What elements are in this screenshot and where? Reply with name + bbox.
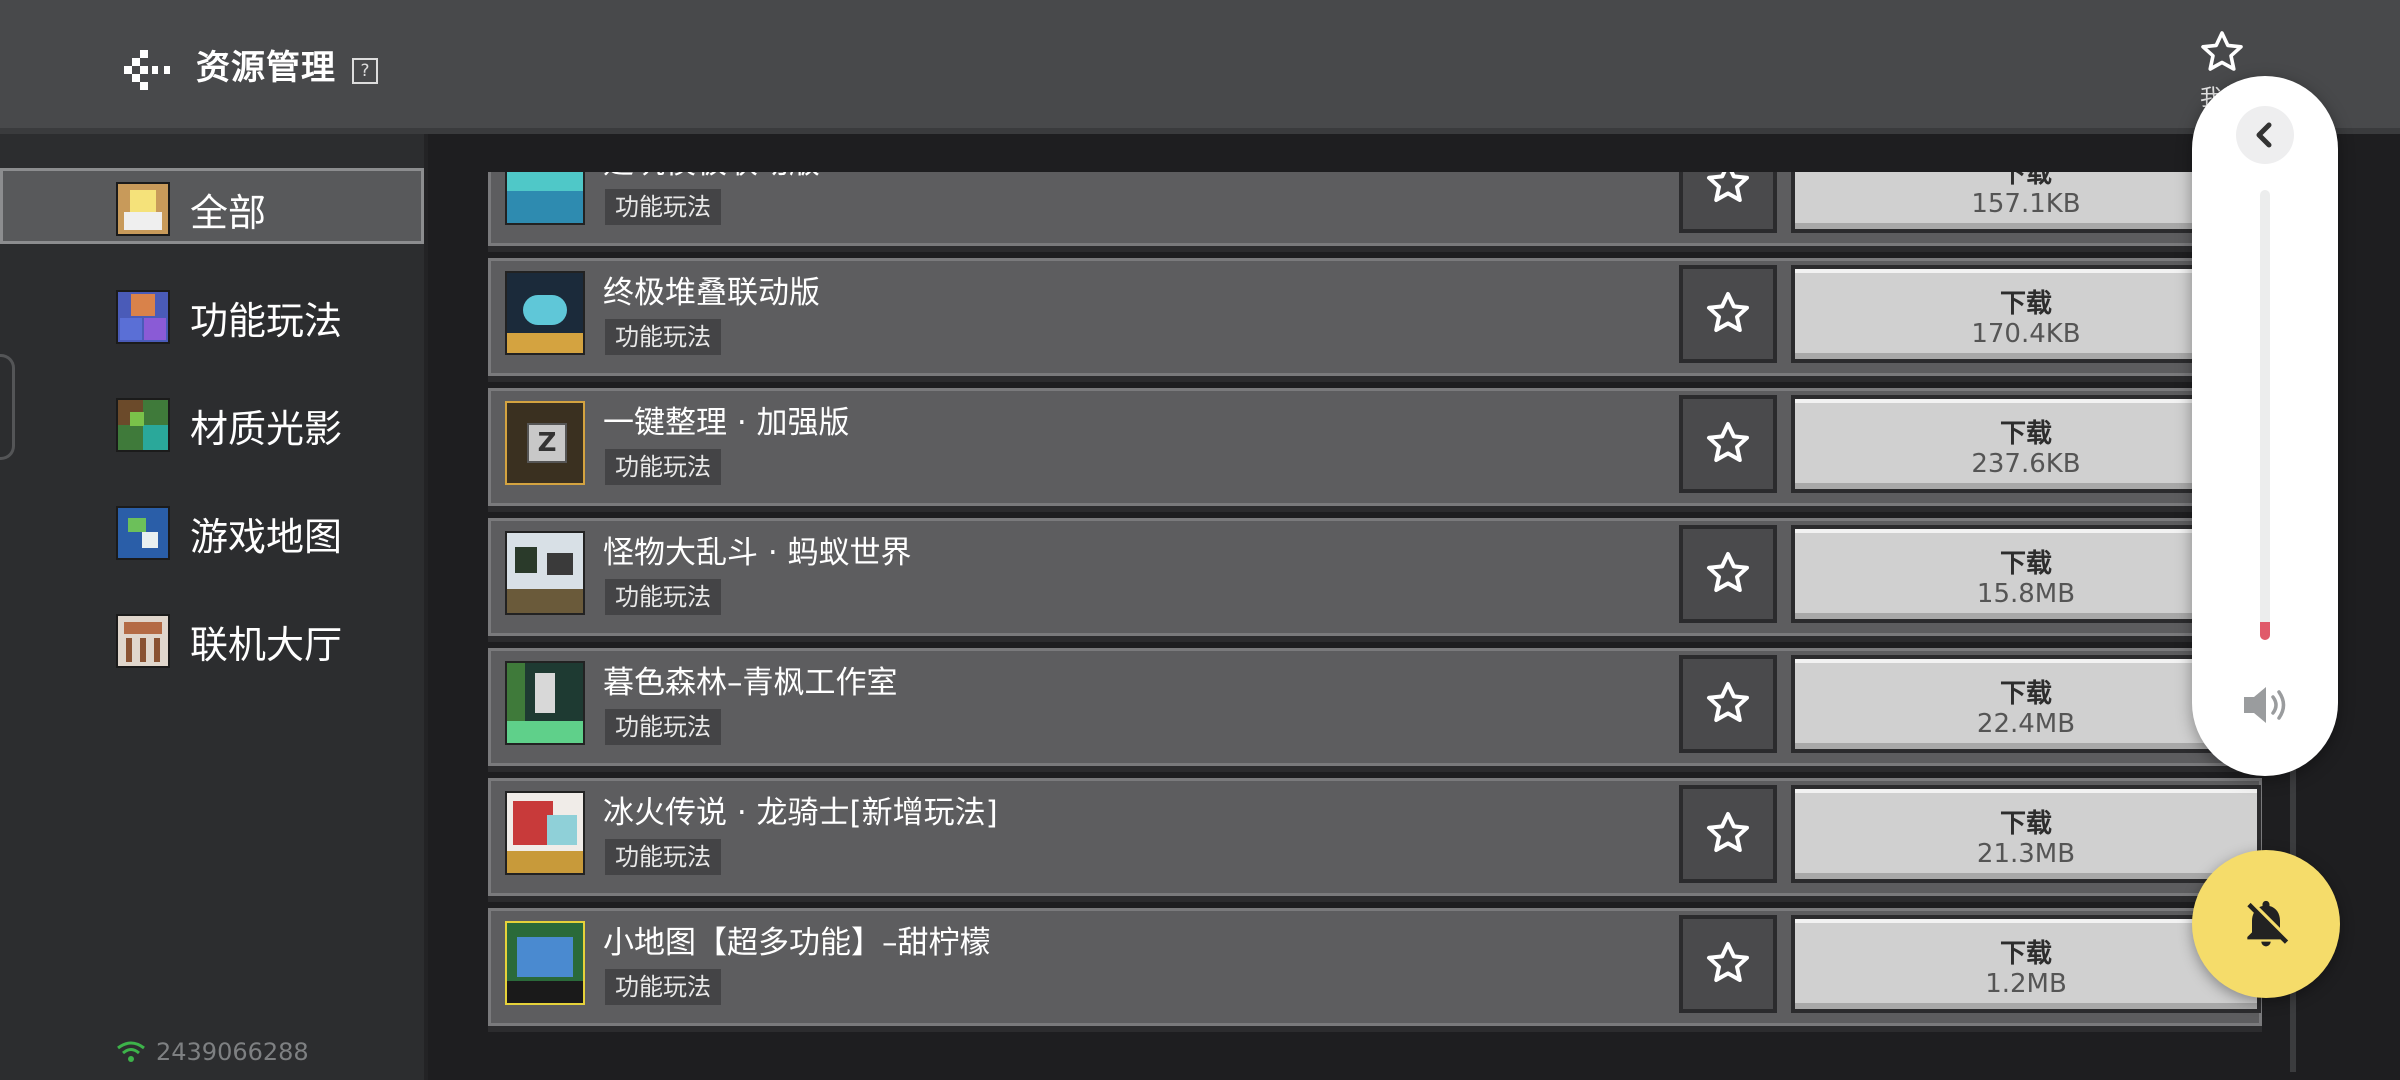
list-item[interactable]: 暮色森林–青枫工作室 功能玩法 下载 22.4MB	[488, 648, 2262, 766]
item-thumbnail	[505, 172, 585, 225]
resource-list[interactable]: 建筑模板联动版 功能玩法 下载 157.1KB 终极堆叠联动版 功能玩法 下载	[488, 172, 2268, 1080]
mute-notifications-button[interactable]	[2192, 850, 2340, 998]
star-icon	[1707, 942, 1749, 982]
favorite-button[interactable]	[1679, 915, 1777, 1013]
sidebar-item-label: 全部	[190, 191, 267, 235]
item-title: 怪物大乱斗 · 蚂蚁世界	[603, 535, 912, 571]
volume-slider[interactable]	[2260, 190, 2270, 640]
sidebar-item-label: 游戏地图	[190, 515, 343, 559]
star-icon	[1707, 172, 1749, 202]
list-item[interactable]: 怪物大乱斗 · 蚂蚁世界 功能玩法 下载 15.8MB	[488, 518, 2262, 636]
lobby-icon	[116, 614, 170, 668]
item-title: 一键整理 · 加强版	[603, 405, 850, 441]
texture-icon	[116, 398, 170, 452]
favorite-button[interactable]	[1679, 525, 1777, 623]
favorite-button[interactable]	[1679, 395, 1777, 493]
item-title: 建筑模板联动版	[603, 172, 820, 182]
download-button[interactable]: 下载 22.4MB	[1791, 655, 2261, 753]
item-tag: 功能玩法	[605, 189, 721, 225]
resource-list-area: 建筑模板联动版 功能玩法 下载 157.1KB 终极堆叠联动版 功能玩法 下载	[428, 134, 2400, 1080]
download-button[interactable]: 下载 21.3MB	[1791, 785, 2261, 883]
sidebar-item-lobby[interactable]: 联机大厅	[0, 600, 424, 676]
back-button[interactable]	[124, 46, 174, 94]
download-button[interactable]: 下载 170.4KB	[1791, 265, 2261, 363]
user-id-label: 2439066288	[156, 1038, 309, 1066]
item-tag: 功能玩法	[605, 709, 721, 745]
file-size: 157.1KB	[1971, 189, 2081, 219]
download-label: 下载	[1999, 679, 2052, 709]
list-item[interactable]: 冰火传说 · 龙骑士[新增玩法] 功能玩法 下载 21.3MB	[488, 778, 2262, 896]
favorite-button[interactable]	[1679, 655, 1777, 753]
sidebar-item-all[interactable]: 全部	[0, 168, 424, 244]
file-size: 237.6KB	[1971, 449, 2081, 479]
item-thumbnail	[505, 921, 585, 1005]
download-button[interactable]: 下载 157.1KB	[1791, 172, 2261, 233]
item-title: 小地图【超多功能】–甜柠檬	[603, 925, 991, 961]
volume-panel	[2192, 76, 2338, 776]
favorite-button[interactable]	[1679, 265, 1777, 363]
file-size: 1.2MB	[1985, 969, 2067, 999]
item-tag: 功能玩法	[605, 579, 721, 615]
item-title: 冰火传说 · 龙骑士[新增玩法]	[603, 795, 998, 831]
all-icon	[116, 182, 170, 236]
item-thumbnail: Z	[505, 401, 585, 485]
download-label: 下载	[1999, 549, 2052, 579]
item-thumbnail	[505, 791, 585, 875]
speaker-icon[interactable]	[2238, 682, 2292, 728]
star-icon	[1707, 682, 1749, 722]
item-title: 暮色森林–青枫工作室	[603, 665, 898, 701]
item-tag: 功能玩法	[605, 319, 721, 355]
sidebar-item-label: 功能玩法	[190, 299, 343, 343]
download-button[interactable]: 下载 237.6KB	[1791, 395, 2261, 493]
download-label: 下载	[1999, 939, 2052, 969]
star-icon	[1707, 552, 1749, 592]
map-icon	[116, 506, 170, 560]
list-item[interactable]: Z 一键整理 · 加强版 功能玩法 下载 237.6KB	[488, 388, 2262, 506]
star-icon	[1707, 812, 1749, 852]
item-tag: 功能玩法	[605, 449, 721, 485]
item-thumbnail	[505, 271, 585, 355]
sidebar-item-texture[interactable]: 材质光影	[0, 384, 424, 460]
file-size: 21.3MB	[1976, 839, 2076, 869]
download-label: 下载	[1999, 172, 2052, 189]
top-bar: 资源管理 ? 我的	[0, 0, 2400, 134]
item-title: 终极堆叠联动版	[603, 275, 820, 311]
category-sidebar: 全部 功能玩法 材质光影 游戏地图 联机大厅	[0, 134, 428, 1080]
download-label: 下载	[1999, 289, 2052, 319]
download-button[interactable]: 下载 15.8MB	[1791, 525, 2261, 623]
sidebar-item-gameplay[interactable]: 功能玩法	[0, 276, 424, 352]
favorite-button[interactable]	[1679, 172, 1777, 233]
item-thumbnail	[505, 531, 585, 615]
star-icon	[1707, 422, 1749, 462]
favorite-button[interactable]	[1679, 785, 1777, 883]
item-thumbnail	[505, 661, 585, 745]
help-icon[interactable]: ?	[352, 58, 378, 84]
list-item[interactable]: 终极堆叠联动版 功能玩法 下载 170.4KB	[488, 258, 2262, 376]
bell-off-icon	[2247, 900, 2289, 947]
list-item[interactable]: 建筑模板联动版 功能玩法 下载 157.1KB	[488, 172, 2262, 246]
sidebar-item-map[interactable]: 游戏地图	[0, 492, 424, 568]
back-arrow-icon	[124, 50, 170, 90]
sidebar-item-label: 联机大厅	[190, 623, 343, 667]
page-title: 资源管理	[196, 48, 336, 88]
sidebar-item-label: 材质光影	[190, 407, 343, 451]
file-size: 22.4MB	[1976, 709, 2076, 739]
collapse-panel-button[interactable]	[2236, 106, 2294, 164]
download-label: 下载	[1999, 809, 2052, 839]
chevron-left-icon	[2256, 122, 2272, 148]
download-label: 下载	[1999, 419, 2052, 449]
item-tag: 功能玩法	[605, 839, 721, 875]
gameplay-icon	[116, 290, 170, 344]
download-button[interactable]: 下载 1.2MB	[1791, 915, 2261, 1013]
list-item[interactable]: 小地图【超多功能】–甜柠檬 功能玩法 下载 1.2MB	[488, 908, 2262, 1026]
star-icon	[2201, 31, 2243, 71]
volume-level	[2260, 622, 2270, 640]
wifi-icon	[116, 1040, 146, 1064]
file-size: 15.8MB	[1976, 579, 2076, 609]
star-icon	[1707, 292, 1749, 332]
file-size: 170.4KB	[1971, 319, 2081, 349]
item-tag: 功能玩法	[605, 969, 721, 1005]
